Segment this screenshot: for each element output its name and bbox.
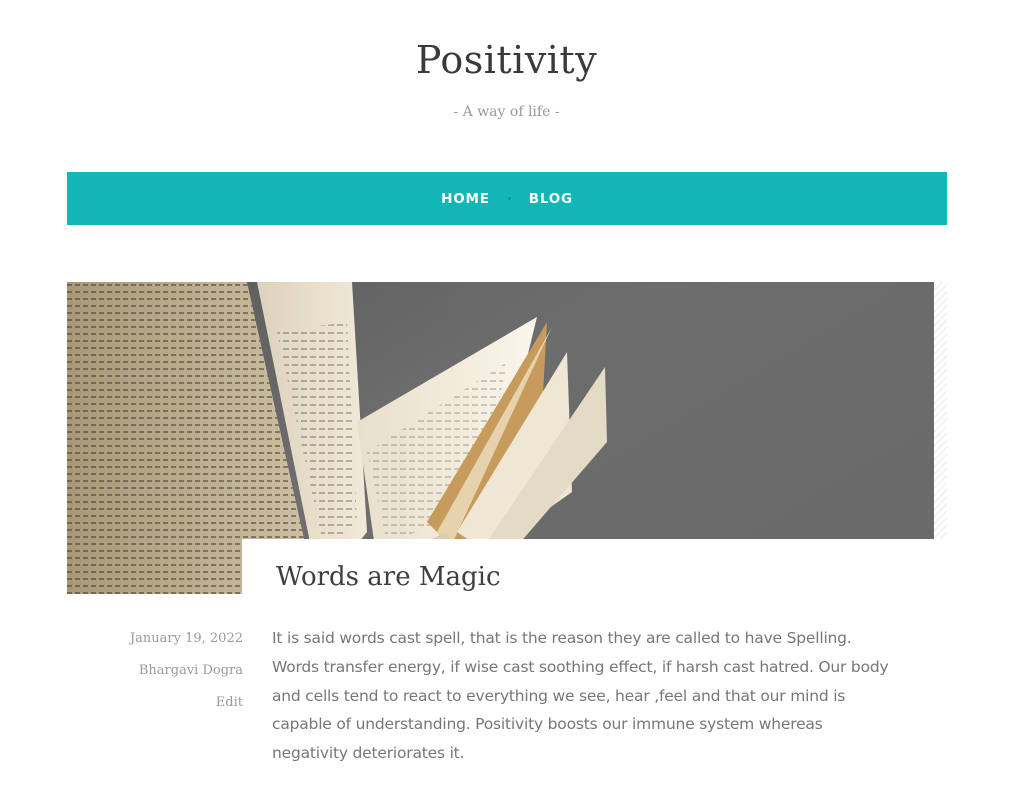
post-date[interactable]: January 19, 2022 bbox=[100, 631, 243, 646]
edit-link[interactable]: Edit bbox=[216, 695, 243, 710]
site-tagline: - A way of life - bbox=[453, 104, 560, 120]
post-title[interactable]: Words are Magic bbox=[276, 562, 501, 592]
post-excerpt: It is said words cast spell, that is the… bbox=[272, 629, 889, 763]
post-author-link[interactable]: Bhargavi Dogra bbox=[139, 663, 243, 678]
nav-item-blog[interactable]: BLOG bbox=[529, 191, 573, 207]
post-author[interactable]: Bhargavi Dogra bbox=[100, 663, 243, 678]
image-border-pattern bbox=[934, 282, 947, 539]
post-date-link[interactable]: January 19, 2022 bbox=[130, 631, 243, 646]
main-navigation: HOME BLOG bbox=[67, 172, 947, 225]
nav-separator bbox=[507, 197, 511, 200]
site-title[interactable]: Positivity bbox=[0, 38, 1013, 82]
post-edit[interactable]: Edit bbox=[100, 695, 243, 710]
nav-item-home[interactable]: HOME bbox=[441, 191, 490, 207]
